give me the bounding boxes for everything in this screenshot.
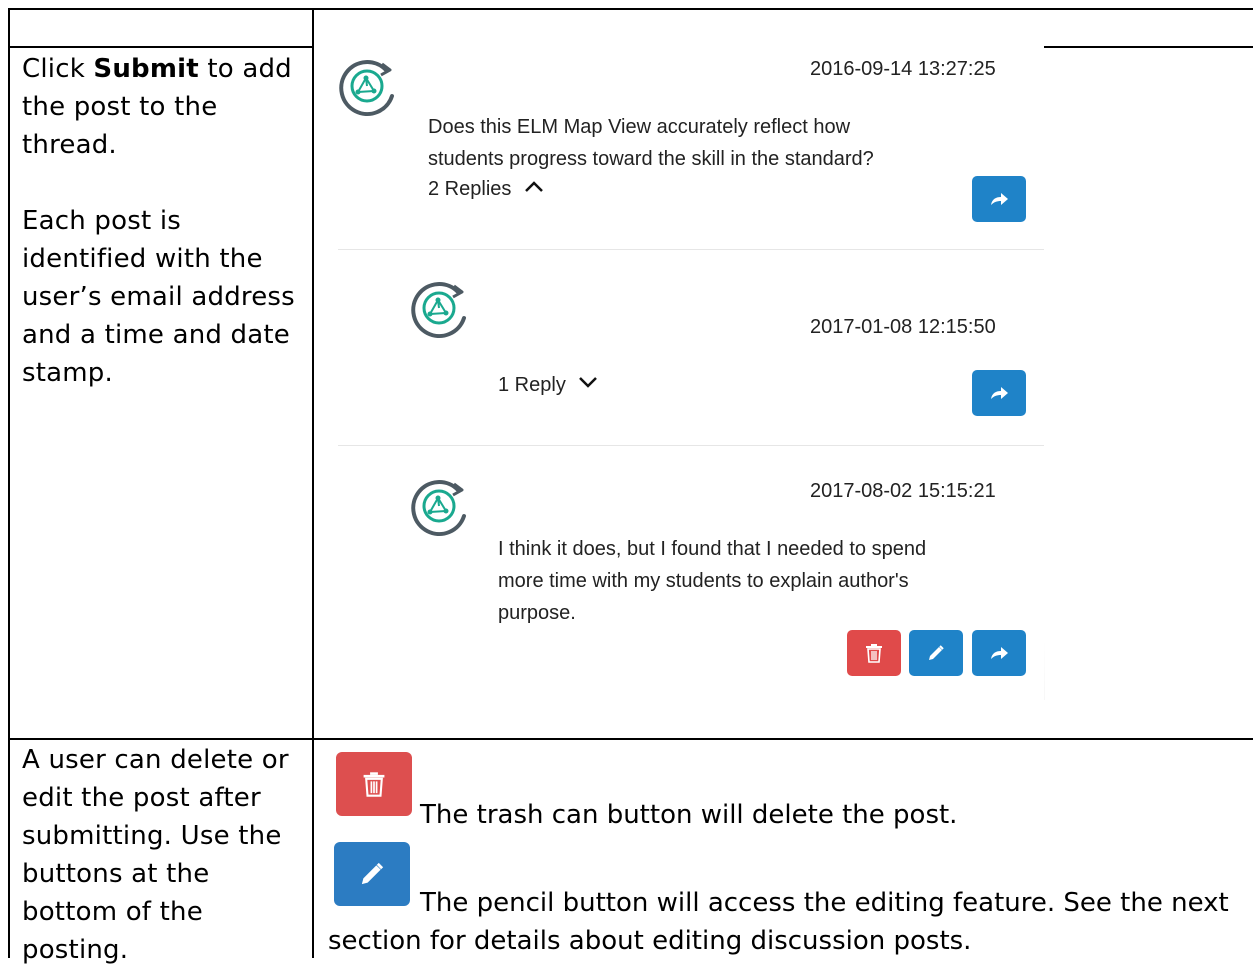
submit-instruction: Click Submit to add the post to the thre… — [22, 54, 292, 160]
chevron-up-icon — [525, 181, 543, 192]
pencil-icon — [361, 862, 384, 885]
table-border-left — [8, 8, 10, 958]
table-border-header-bottom — [8, 46, 314, 48]
document-page: Click Submit to add the post to the thre… — [0, 0, 1253, 965]
post-timestamp: 2016-09-14 13:27:25 — [810, 58, 996, 80]
table-border-header-bottom-right — [1044, 46, 1253, 48]
table-border-top — [8, 8, 1253, 10]
share-arrow-icon — [991, 193, 1008, 205]
user-avatar-icon — [339, 60, 394, 116]
chevron-down-icon — [579, 377, 598, 388]
discussion-screenshot: 2016-09-14 13:27:25 Does this ELM Map Vi… — [322, 48, 1044, 700]
pencil-button-description-continued: section for details about editing discus… — [328, 926, 972, 956]
post-separator — [338, 445, 1044, 446]
user-avatar-icon — [411, 480, 466, 536]
replies-toggle[interactable]: 1 Reply — [498, 374, 599, 397]
post-body: Does this ELM Map View accurately reflec… — [428, 116, 874, 170]
table-border-row-divider — [8, 738, 1253, 740]
delete-button[interactable] — [847, 630, 901, 676]
pencil-button-sample — [334, 842, 410, 906]
post-timestamp: 2017-01-08 12:15:50 — [810, 316, 996, 338]
reply-button[interactable] — [972, 370, 1026, 416]
table-border-divider — [312, 8, 314, 958]
post-body: I think it does, but I found that I need… — [498, 538, 927, 624]
trash-icon — [866, 644, 882, 663]
trash-button-sample — [336, 752, 412, 816]
row2-instructions: A user can delete or edit the post after… — [22, 745, 289, 965]
post-timestamp: 2017-08-02 15:15:21 — [810, 480, 996, 502]
share-arrow-icon — [991, 387, 1008, 399]
user-avatar-icon — [411, 282, 466, 338]
reply-button[interactable] — [972, 176, 1026, 222]
post-identification-note: Each post is identified with the user’s … — [22, 206, 295, 388]
submit-keyword: Submit — [93, 54, 199, 84]
trash-button-description: The trash can button will delete the pos… — [420, 800, 958, 830]
reply-button[interactable] — [972, 630, 1026, 676]
pencil-icon — [929, 645, 944, 660]
post-separator — [338, 249, 1044, 250]
trash-icon — [363, 772, 385, 797]
share-arrow-icon — [991, 647, 1008, 659]
replies-toggle[interactable]: 2 Replies — [428, 178, 545, 201]
edit-button[interactable] — [909, 630, 963, 676]
pencil-button-description: The pencil button will access the editin… — [420, 888, 1229, 918]
row1-instructions: Click Submit to add the post to the thre… — [22, 50, 307, 392]
